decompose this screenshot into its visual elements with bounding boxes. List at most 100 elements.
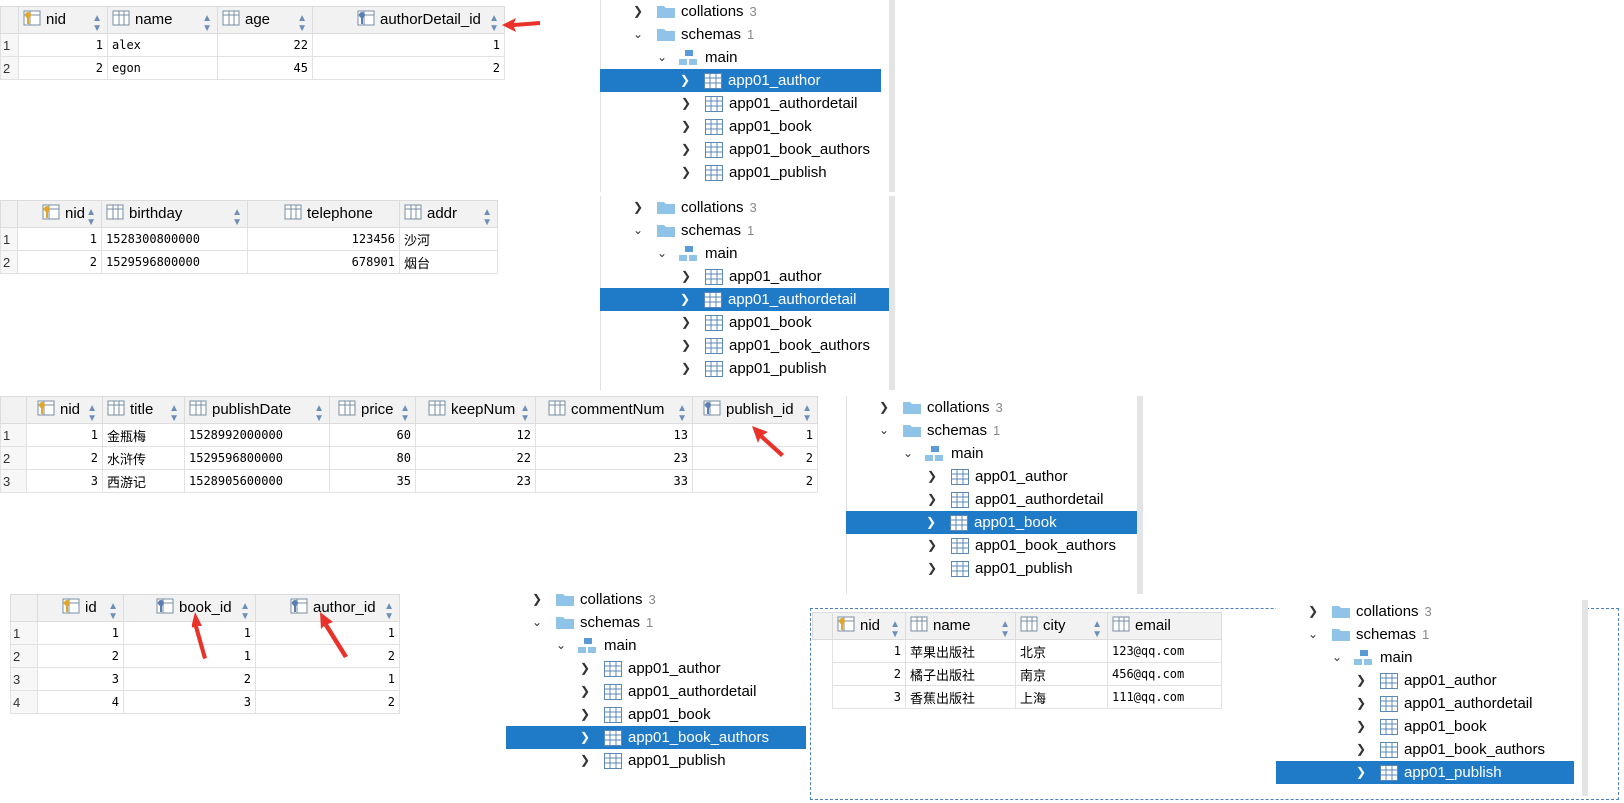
- chevron-right-icon[interactable]: ❯: [578, 657, 592, 680]
- column-header-commentnum[interactable]: commentNum ▲ ▼: [535, 396, 693, 424]
- sort-icon[interactable]: ▲ ▼: [169, 404, 179, 424]
- table-row[interactable]: 3 3 西游记 1528905600000 35 23 33 2: [0, 469, 818, 493]
- table-row[interactable]: 4 4 3 2: [10, 690, 400, 714]
- column-header-birthday[interactable]: birthday ▲ ▼: [101, 200, 248, 228]
- chevron-right-icon[interactable]: ❯: [1306, 600, 1320, 623]
- chevron-right-icon[interactable]: ❯: [578, 703, 592, 726]
- table-row[interactable]: 1 1 alex 22 1: [0, 33, 505, 57]
- column-header-publishdate[interactable]: publishDate ▲ ▼: [184, 396, 330, 424]
- column-header-book-id[interactable]: book_id ▲ ▼: [123, 594, 256, 622]
- chevron-right-icon[interactable]: ❯: [631, 196, 645, 219]
- sort-icon[interactable]: ▲ ▼: [802, 404, 812, 424]
- table-row[interactable]: 3 香蕉出版社 上海 111@qq.com: [812, 685, 1222, 709]
- chevron-down-icon[interactable]: ⌄: [631, 219, 645, 242]
- tree-node-main[interactable]: ⌄ main: [506, 634, 806, 657]
- chevron-down-icon[interactable]: ⌄: [901, 442, 915, 465]
- chevron-right-icon[interactable]: ❯: [578, 749, 592, 772]
- chevron-right-icon[interactable]: ❯: [925, 534, 939, 557]
- tree-node-app01-publish[interactable]: ❯ app01_publish: [506, 749, 806, 772]
- chevron-right-icon[interactable]: ❯: [578, 680, 592, 703]
- chevron-right-icon[interactable]: ❯: [925, 465, 939, 488]
- tree-node-schemas[interactable]: ⌄ schemas 1: [1276, 623, 1588, 646]
- chevron-down-icon[interactable]: ⌄: [554, 634, 568, 657]
- tree-node-app01-book-authors[interactable]: ❯ app01_book_authors: [601, 334, 895, 357]
- table-row[interactable]: 2 2 egon 45 2: [0, 56, 505, 80]
- column-header-id[interactable]: id ▲ ▼: [37, 594, 124, 622]
- column-header-title[interactable]: title ▲ ▼: [102, 396, 185, 424]
- tree-node-collations[interactable]: ❯ collations 3: [601, 0, 895, 23]
- tree-node-app01-authordetail[interactable]: ❯ app01_authordetail: [1276, 692, 1588, 715]
- tree-node-app01-author[interactable]: ❯ app01_author: [601, 265, 895, 288]
- tree-node-main[interactable]: ⌄ main: [601, 46, 895, 69]
- tree-node-app01-publish[interactable]: ❯ app01_publish: [601, 357, 895, 380]
- tree-node-main[interactable]: ⌄ main: [601, 242, 895, 265]
- tree-node-app01-book-authors[interactable]: ❯ app01_book_authors: [506, 726, 806, 749]
- tree-node-collations[interactable]: ❯ collations 3: [601, 196, 895, 219]
- column-header-name[interactable]: name ▲ ▼: [107, 6, 218, 34]
- chevron-right-icon[interactable]: ❯: [679, 115, 693, 138]
- tree-node-app01-book[interactable]: ❯ app01_book: [506, 703, 806, 726]
- tree-node-main[interactable]: ⌄ main: [847, 442, 1143, 465]
- tree-node-schemas[interactable]: ⌄ schemas 1: [601, 23, 895, 46]
- tree-node-app01-author[interactable]: ❯ app01_author: [506, 657, 806, 680]
- chevron-right-icon[interactable]: ❯: [1354, 692, 1368, 715]
- sort-icon[interactable]: ▲ ▼: [482, 208, 492, 228]
- sort-icon[interactable]: ▲ ▼: [1092, 620, 1102, 640]
- chevron-right-icon[interactable]: ❯: [679, 311, 693, 334]
- sort-icon[interactable]: ▲ ▼: [232, 208, 242, 228]
- chevron-right-icon[interactable]: ❯: [678, 69, 692, 92]
- column-header-nid[interactable]: nid ▲ ▼: [18, 6, 108, 34]
- chevron-right-icon[interactable]: ❯: [679, 265, 693, 288]
- tree-node-schemas[interactable]: ⌄ schemas 1: [847, 419, 1143, 442]
- chevron-down-icon[interactable]: ⌄: [530, 611, 544, 634]
- chevron-right-icon[interactable]: ❯: [678, 288, 692, 311]
- tree-node-app01-book-authors[interactable]: ❯ app01_book_authors: [601, 138, 895, 161]
- chevron-down-icon[interactable]: ⌄: [655, 46, 669, 69]
- tree-node-collations[interactable]: ❯ collations 3: [847, 396, 1143, 419]
- sort-icon[interactable]: ▲ ▼: [92, 14, 102, 34]
- sort-icon[interactable]: ▲ ▼: [400, 404, 410, 424]
- chevron-right-icon[interactable]: ❯: [679, 334, 693, 357]
- sort-icon[interactable]: ▲ ▼: [677, 404, 687, 424]
- column-header-email[interactable]: email: [1107, 612, 1222, 640]
- column-header-city[interactable]: city ▲ ▼: [1015, 612, 1108, 640]
- tree-node-app01-authordetail[interactable]: ❯ app01_authordetail: [847, 488, 1143, 511]
- chevron-right-icon[interactable]: ❯: [578, 726, 592, 749]
- tree-node-main[interactable]: ⌄ main: [1276, 646, 1588, 669]
- tree-node-app01-publish[interactable]: ❯ app01_publish: [1276, 761, 1574, 784]
- sort-icon[interactable]: ▲ ▼: [240, 602, 250, 622]
- table-row[interactable]: 3 3 2 1: [10, 667, 400, 691]
- chevron-down-icon[interactable]: ⌄: [877, 419, 891, 442]
- column-header-nid[interactable]: nid ▲ ▼: [26, 396, 103, 424]
- tree-node-collations[interactable]: ❯ collations 3: [1276, 600, 1588, 623]
- sort-icon[interactable]: ▲ ▼: [86, 208, 96, 228]
- tree-node-app01-author[interactable]: ❯ app01_author: [600, 69, 881, 92]
- column-header-telephone[interactable]: telephone: [247, 200, 400, 228]
- chevron-down-icon[interactable]: ⌄: [631, 23, 645, 46]
- tree-node-app01-author[interactable]: ❯ app01_author: [1276, 669, 1588, 692]
- scrollbar[interactable]: [1582, 600, 1588, 796]
- tree-node-app01-authordetail[interactable]: ❯ app01_authordetail: [601, 92, 895, 115]
- column-header-price[interactable]: price ▲ ▼: [329, 396, 416, 424]
- sort-icon[interactable]: ▲ ▼: [384, 602, 394, 622]
- chevron-right-icon[interactable]: ❯: [1354, 761, 1368, 784]
- chevron-down-icon[interactable]: ⌄: [1330, 646, 1344, 669]
- chevron-down-icon[interactable]: ⌄: [655, 242, 669, 265]
- column-header-nid[interactable]: nid ▲ ▼: [17, 200, 102, 228]
- scrollbar[interactable]: [889, 0, 895, 192]
- column-header-nid[interactable]: nid ▲ ▼: [832, 612, 906, 640]
- tree-node-schemas[interactable]: ⌄ schemas 1: [601, 219, 895, 242]
- sort-icon[interactable]: ▲ ▼: [108, 602, 118, 622]
- sort-icon[interactable]: ▲ ▼: [520, 404, 530, 424]
- sort-icon[interactable]: ▲ ▼: [314, 404, 324, 424]
- sort-icon[interactable]: ▲ ▼: [202, 14, 212, 34]
- chevron-right-icon[interactable]: ❯: [631, 0, 645, 23]
- chevron-right-icon[interactable]: ❯: [925, 488, 939, 511]
- sort-icon[interactable]: ▲ ▼: [1000, 620, 1010, 640]
- tree-node-app01-publish[interactable]: ❯ app01_publish: [601, 161, 895, 184]
- chevron-right-icon[interactable]: ❯: [679, 161, 693, 184]
- tree-node-collations[interactable]: ❯ collations 3: [506, 588, 806, 611]
- table-row[interactable]: 1 苹果出版社 北京 123@qq.com: [812, 639, 1222, 663]
- tree-node-app01-authordetail[interactable]: ❯ app01_authordetail: [506, 680, 806, 703]
- scrollbar[interactable]: [889, 196, 895, 390]
